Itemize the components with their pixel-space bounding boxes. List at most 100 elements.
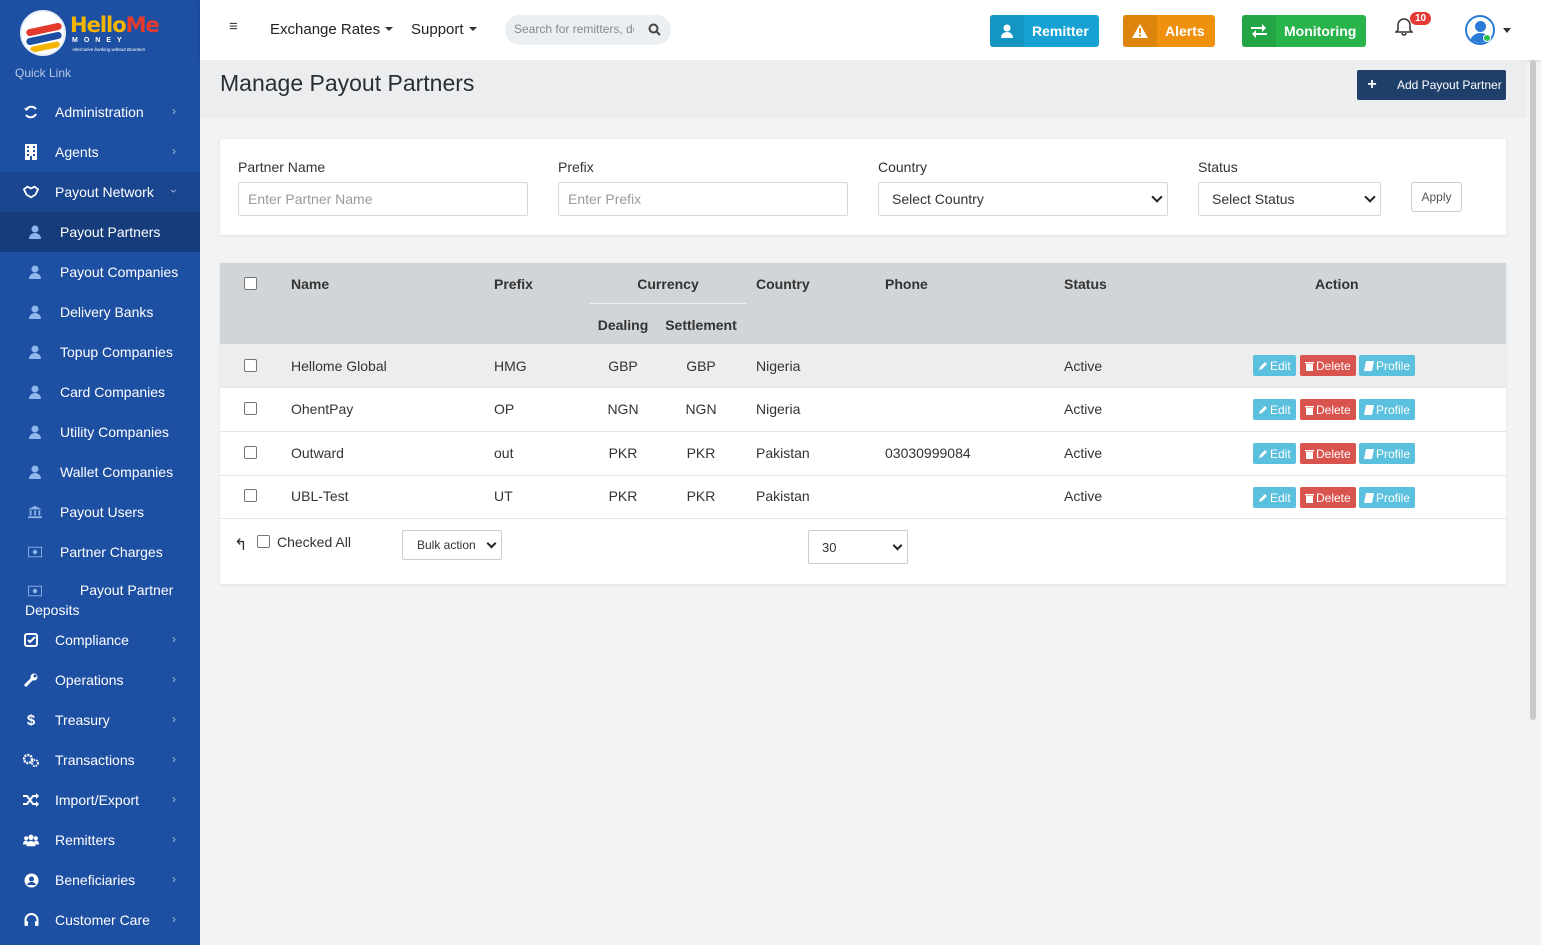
sidebar-subitem-card-companies[interactable]: Card Companies (0, 372, 200, 412)
chevron-right-icon: › (172, 872, 176, 886)
partner-name-field[interactable] (238, 182, 528, 216)
sidebar-item-treasury[interactable]: $ Treasury › (0, 700, 200, 740)
sidebar-subitem-payout-companies[interactable]: Payout Companies (0, 252, 200, 292)
checked-all-checkbox[interactable] (257, 535, 270, 548)
apply-button[interactable]: Apply (1411, 182, 1462, 212)
exchange-rates-dropdown[interactable]: Exchange Rates (270, 21, 394, 38)
sidebar-subitem-wallet-companies[interactable]: Wallet Companies (0, 452, 200, 492)
profile-button[interactable]: Profile (1359, 487, 1416, 508)
country-select[interactable]: Select Country (878, 182, 1168, 216)
monitoring-button[interactable]: Monitoring (1242, 15, 1367, 47)
row-checkbox[interactable] (244, 402, 257, 415)
avatar[interactable] (1465, 15, 1495, 45)
edit-button[interactable]: Edit (1253, 487, 1296, 508)
sidebar-item-customer-care[interactable]: Customer Care › (0, 900, 200, 940)
sidebar-item-label: Agents (55, 144, 99, 160)
edit-button[interactable]: Edit (1253, 355, 1296, 376)
plus-icon: + (1367, 76, 1377, 93)
chevron-down-icon: › (167, 189, 181, 193)
sidebar-subitem-delivery-banks[interactable]: Delivery Banks (0, 292, 200, 332)
cell-settlement: PKR (686, 488, 716, 504)
table-footer: ↰ Checked All Bulk action 30 (220, 519, 1506, 584)
select-all-checkbox[interactable] (244, 277, 257, 290)
logo-emblem-icon (20, 10, 66, 56)
chevron-right-icon: › (172, 144, 176, 158)
sidebar-item-payout-network[interactable]: Payout Network › (0, 172, 200, 212)
wrench-icon (23, 672, 39, 688)
row-checkbox[interactable] (244, 446, 257, 459)
search-icon[interactable] (648, 23, 661, 41)
check-square-icon (23, 632, 39, 648)
status-select[interactable]: Select Status (1198, 182, 1381, 216)
sidebar-subitem-label: Partner Charges (60, 544, 163, 560)
sidebar-item-administration[interactable]: Administration › (0, 92, 200, 132)
partner-name-input[interactable] (248, 191, 518, 207)
prefix-input[interactable] (568, 191, 838, 207)
bulk-action-select[interactable]: Bulk action (402, 530, 502, 560)
caret-down-icon (385, 27, 394, 31)
sidebar-subitem-payout-partner-deposits[interactable]: Payout Partner Deposits (0, 572, 200, 620)
sidebar-subitem-partner-charges[interactable]: Partner Charges (0, 532, 200, 572)
edit-button[interactable]: Edit (1253, 443, 1296, 464)
sidebar-subitem-label: Utility Companies (60, 424, 169, 440)
column-header-currency: Currency (637, 276, 699, 292)
sidebar-subitem-payout-partners[interactable]: Payout Partners (0, 212, 200, 252)
sidebar-item-operations[interactable]: Operations › (0, 660, 200, 700)
add-payout-partner-label: Add Payout Partner (1397, 78, 1502, 92)
sidebar-item-import-export[interactable]: Import/Export › (0, 780, 200, 820)
page-size-select[interactable]: 30 (808, 530, 908, 564)
sidebar-item-compliance[interactable]: Compliance › (0, 620, 200, 660)
sidebar-item-transactions[interactable]: Transactions › (0, 740, 200, 780)
cell-prefix: HMG (494, 358, 527, 374)
sidebar-subitem-utility-companies[interactable]: Utility Companies (0, 412, 200, 452)
row-checkbox[interactable] (244, 359, 257, 372)
user-icon (28, 465, 42, 479)
sidebar-item-label: Compliance (55, 632, 129, 648)
caret-down-icon (468, 27, 477, 31)
delete-button[interactable]: Delete (1300, 355, 1356, 376)
search-input[interactable] (514, 22, 634, 36)
delete-button[interactable]: Delete (1300, 487, 1356, 508)
sidebar-subitem-payout-users[interactable]: Payout Users (0, 492, 200, 532)
chevron-down-icon (1364, 191, 1376, 203)
sidebar-menu: Administration › Agents › Payout Network… (0, 92, 200, 940)
brand-logo[interactable]: HelloMe MONEY Alternative banking withou… (18, 8, 160, 58)
shuffle-icon (23, 792, 39, 808)
delete-button[interactable]: Delete (1300, 443, 1356, 464)
delete-button[interactable]: Delete (1300, 399, 1356, 420)
sidebar-subitem-topup-companies[interactable]: Topup Companies (0, 332, 200, 372)
prefix-field[interactable] (558, 182, 848, 216)
cell-prefix: out (494, 445, 514, 461)
column-header-prefix: Prefix (494, 276, 533, 292)
sidebar-item-agents[interactable]: Agents › (0, 132, 200, 172)
row-checkbox[interactable] (244, 489, 257, 502)
cell-prefix: OP (494, 401, 515, 417)
alerts-button[interactable]: Alerts (1123, 15, 1215, 47)
sidebar-item-label: Import/Export (55, 792, 140, 808)
vertical-scrollbar[interactable] (1530, 60, 1536, 720)
sidebar-subitem-label: Payout Partner Deposits (25, 582, 174, 618)
sidebar-item-beneficiaries[interactable]: Beneficiaries › (0, 860, 200, 900)
caret-down-icon[interactable] (1503, 28, 1511, 33)
edit-button[interactable]: Edit (1253, 399, 1296, 420)
profile-button[interactable]: Profile (1359, 355, 1416, 376)
headset-icon (23, 912, 39, 928)
dollar-icon: $ (26, 711, 36, 729)
status-select-value: Select Status (1212, 191, 1295, 207)
column-header-name: Name (291, 276, 330, 292)
brand-sub: MONEY (72, 37, 128, 44)
handshake-icon (23, 184, 39, 200)
hamburger-menu-icon[interactable]: ≡ (229, 18, 238, 35)
online-status-dot (1483, 34, 1491, 42)
support-dropdown[interactable]: Support (411, 21, 477, 38)
global-search (505, 15, 671, 45)
table-header: Name Prefix Currency Dealing Settlement … (220, 263, 1506, 344)
sidebar-item-remitters[interactable]: Remitters › (0, 820, 200, 860)
pencil-icon (1259, 493, 1267, 502)
remitter-button[interactable]: Remitter (990, 15, 1099, 47)
profile-button[interactable]: Profile (1359, 443, 1416, 464)
cell-dealing: PKR (608, 488, 638, 504)
add-payout-partner-button[interactable]: + Add Payout Partner (1357, 70, 1506, 100)
profile-button[interactable]: Profile (1359, 399, 1416, 420)
cell-dealing: GBP (608, 358, 638, 374)
